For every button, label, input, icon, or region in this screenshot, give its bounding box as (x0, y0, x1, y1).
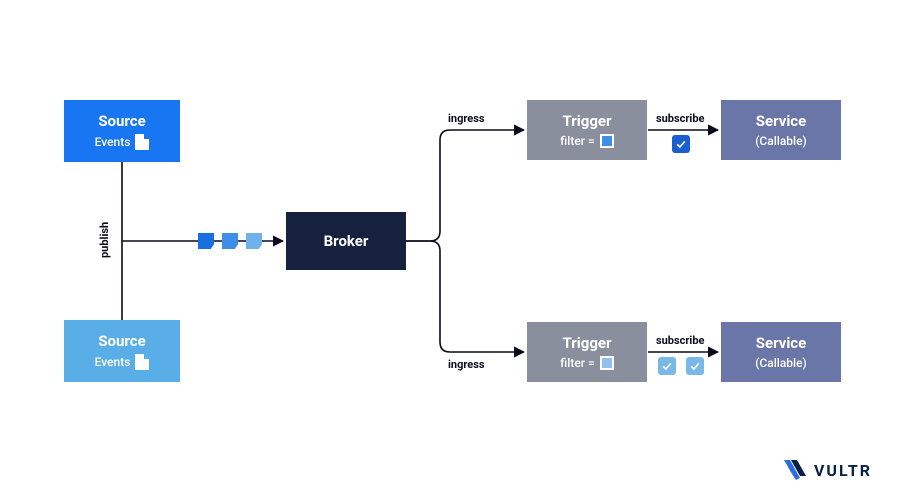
filter-swatch-icon (600, 134, 614, 148)
check-icon (658, 357, 676, 375)
publish-label: publish (98, 222, 111, 258)
service-2-sub: (Callable) (755, 356, 806, 370)
document-icon (135, 354, 149, 370)
trigger-2-filter: filter = (560, 356, 613, 370)
trigger-1-filter-text: filter = (560, 134, 594, 148)
check-icon (672, 135, 690, 153)
source-1-sub-text: Events (95, 135, 131, 149)
service-2-title: Service (756, 334, 806, 352)
trigger-2-node: Trigger filter = (527, 322, 647, 382)
service-1-sub: (Callable) (755, 134, 806, 148)
source-1-title: Source (98, 112, 145, 130)
vultr-logo-text: VULTR (814, 461, 872, 480)
subscribe-2-label: subscribe (656, 334, 704, 347)
event-packet-icon (198, 233, 214, 249)
event-packet-icon (246, 233, 262, 249)
trigger-1-filter: filter = (560, 134, 613, 148)
document-icon (135, 134, 149, 150)
vultr-logo-icon (784, 460, 806, 480)
vultr-logo: VULTR (784, 460, 872, 480)
source-2-title: Source (98, 332, 145, 350)
connectors (0, 0, 900, 500)
broker-node: Broker (286, 212, 406, 270)
source-2-sub: Events (95, 354, 150, 370)
trigger-1-title: Trigger (563, 112, 612, 130)
source-1-sub: Events (95, 134, 150, 150)
ingress-2-label: ingress (448, 358, 485, 371)
service-1-node: Service (Callable) (721, 100, 841, 160)
trigger-2-filter-text: filter = (560, 356, 594, 370)
filter-swatch-icon (600, 356, 614, 370)
source-2-sub-text: Events (95, 355, 131, 369)
service-2-node: Service (Callable) (721, 322, 841, 382)
event-packet-icon (222, 233, 238, 249)
source-2-node: Source Events (64, 320, 180, 382)
subscribe-1-label: subscribe (656, 112, 704, 125)
broker-title: Broker (324, 232, 369, 250)
trigger-1-node: Trigger filter = (527, 100, 647, 160)
ingress-1-label: ingress (448, 112, 485, 125)
trigger-2-title: Trigger (563, 334, 612, 352)
check-icon (686, 357, 704, 375)
source-1-node: Source Events (64, 100, 180, 162)
service-1-title: Service (756, 112, 806, 130)
